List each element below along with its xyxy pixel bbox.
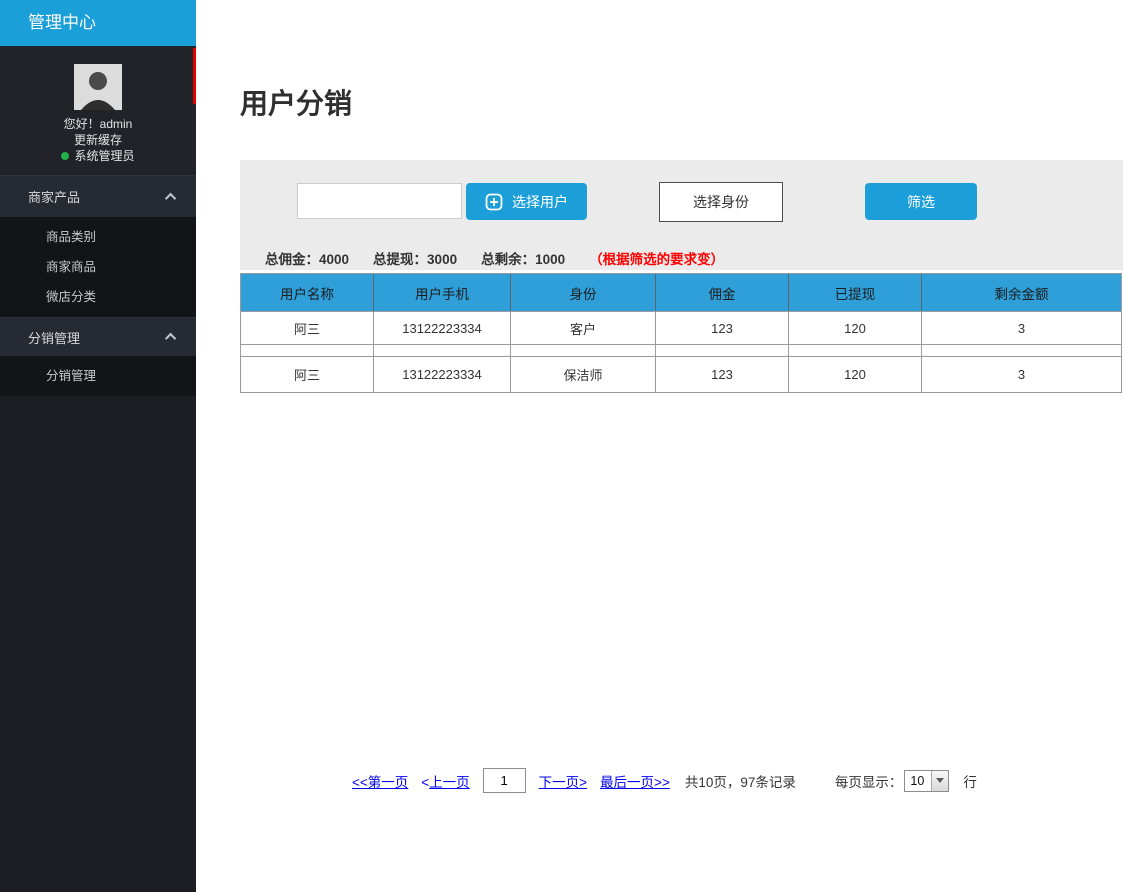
col-header-commission: 佣金 xyxy=(655,274,788,311)
last-page-link[interactable]: 最后一页>> xyxy=(600,771,670,791)
submenu-merchant-products: 商品类别 商家商品 微店分类 xyxy=(0,217,196,317)
filter-submit-button[interactable]: 筛选 xyxy=(865,183,977,220)
submenu-distribution: 分销管理 xyxy=(0,356,196,396)
sidebar-item-product-category[interactable]: 商品类别 xyxy=(0,222,196,252)
role-text: 系统管理员 xyxy=(74,148,134,164)
col-header-identity: 身份 xyxy=(510,274,655,311)
cell-phone: 13122223334 xyxy=(373,357,510,392)
col-header-remaining: 剩余金额 xyxy=(921,274,1121,311)
select-user-button[interactable]: 选择用户 xyxy=(466,183,587,220)
row-spacer xyxy=(241,345,1121,356)
chevron-up-icon xyxy=(165,333,176,344)
first-page-link[interactable]: <<第一页 xyxy=(352,771,408,791)
col-header-username: 用户名称 xyxy=(241,274,373,311)
cell-remaining: 3 xyxy=(921,357,1121,392)
profile-section: 您好！admin 更新缓存 系统管理员 xyxy=(0,46,196,175)
admin-app: 管理中心 您好！admin 更新缓存 系统管理员 商家产品 xyxy=(0,0,1123,892)
group-label: 商家产品 xyxy=(28,187,80,206)
col-header-phone: 用户手机 xyxy=(373,274,510,311)
per-page-select[interactable]: 10 xyxy=(904,770,949,792)
table-header-row: 用户名称 用户手机 身份 佣金 已提现 剩余金额 xyxy=(241,274,1121,311)
col-header-withdrawn: 已提现 xyxy=(788,274,921,311)
avatar[interactable] xyxy=(74,64,122,110)
cell-remaining: 3 xyxy=(921,312,1121,344)
rows-unit-label: 行 xyxy=(963,771,977,791)
per-page-label: 每页显示： xyxy=(835,771,903,791)
sidebar: 管理中心 您好！admin 更新缓存 系统管理员 商家产品 xyxy=(0,0,196,892)
next-page-link[interactable]: 下一页> xyxy=(539,771,587,791)
role-line: 系统管理员 xyxy=(0,148,196,164)
filter-bar: 选择用户 选择身份 筛选 总佣金：4000 总提现：3000 总剩余：1000 … xyxy=(240,160,1123,270)
group-label: 分销管理 xyxy=(28,328,80,347)
select-identity-button[interactable]: 选择身份 xyxy=(659,182,783,222)
summary-note: （根据筛选的要求变） xyxy=(589,248,724,268)
user-search-input[interactable] xyxy=(297,183,462,219)
cell-commission: 123 xyxy=(655,357,788,392)
sidebar-group-merchant-products[interactable]: 商家产品 xyxy=(0,175,196,217)
chevron-up-icon xyxy=(165,192,176,203)
cell-withdrawn: 120 xyxy=(788,357,921,392)
sidebar-item-microstore-category[interactable]: 微店分类 xyxy=(0,282,196,312)
cell-withdrawn: 120 xyxy=(788,312,921,344)
main-content: 用户分销 选择用户 选择身份 筛选 总佣金：4000 总提现：3000 总剩余：… xyxy=(196,0,1123,892)
page-title: 用户分销 xyxy=(240,82,352,122)
greeting-text: 您好！admin xyxy=(0,116,196,132)
app-title: 管理中心 xyxy=(0,0,196,46)
topbar: 管理中心 xyxy=(0,0,196,46)
per-page-control: 每页显示： 10 行 xyxy=(835,770,977,792)
plus-icon xyxy=(485,193,503,211)
page-number-input[interactable] xyxy=(483,768,526,793)
sidebar-item-merchant-goods[interactable]: 商家商品 xyxy=(0,252,196,282)
update-cache-link[interactable]: 更新缓存 xyxy=(0,132,196,148)
cell-commission: 123 xyxy=(655,312,788,344)
summary-row: 总佣金：4000 总提现：3000 总剩余：1000 （根据筛选的要求变） xyxy=(265,248,724,268)
sidebar-menu: 商家产品 商品类别 商家商品 微店分类 分销管理 分销管理 xyxy=(0,175,196,396)
cell-phone: 13122223334 xyxy=(373,312,510,344)
filter-submit-label: 筛选 xyxy=(907,192,935,212)
cell-identity: 保洁师 xyxy=(510,357,655,392)
cell-username: 阿三 xyxy=(241,312,373,344)
select-user-label: 选择用户 xyxy=(512,192,568,212)
online-status-dot xyxy=(61,152,69,160)
sidebar-item-distribution-mgmt[interactable]: 分销管理 xyxy=(0,361,196,391)
prev-arrow: < xyxy=(421,775,429,790)
prev-page-link[interactable]: <上一页 xyxy=(421,771,469,791)
table-row: 阿三 13122223334 保洁师 123 120 3 xyxy=(241,356,1121,392)
total-commission: 总佣金：4000 xyxy=(265,248,349,268)
pagination: <<第一页 <上一页 下一页> 最后一页>> 共10页，97条记录 每页显示： … xyxy=(352,768,977,793)
distribution-table: 用户名称 用户手机 身份 佣金 已提现 剩余金额 阿三 13122223334 … xyxy=(240,273,1122,393)
total-remaining: 总剩余：1000 xyxy=(481,248,565,268)
dropdown-arrow-icon xyxy=(931,771,948,791)
prev-page-label: 上一页 xyxy=(429,775,470,790)
cell-username: 阿三 xyxy=(241,357,373,392)
total-withdrawn: 总提现：3000 xyxy=(373,248,457,268)
per-page-value: 10 xyxy=(905,774,931,788)
sidebar-group-distribution[interactable]: 分销管理 xyxy=(0,317,196,356)
cell-identity: 客户 xyxy=(510,312,655,344)
records-summary: 共10页，97条记录 xyxy=(685,771,796,791)
table-row: 阿三 13122223334 客户 123 120 3 xyxy=(241,311,1121,345)
